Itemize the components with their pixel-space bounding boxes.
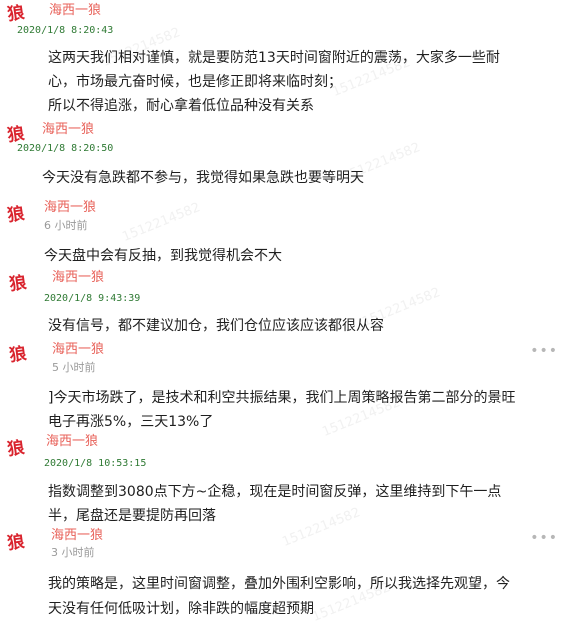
message-line: 没有信号，都不建议加仓，我们仓位应该应该都很从容 (48, 318, 384, 334)
avatar[interactable]: 狼 (4, 342, 33, 367)
post-timestamp: 2020/1/8 10:53:15 (44, 458, 147, 469)
message-line: 今天盘中会有反抽，到我觉得机会不大 (44, 248, 282, 264)
watermark: 1512214582 (120, 200, 203, 245)
avatar[interactable]: 狼 (2, 1, 31, 26)
message-line: 今天没有急跌都不参与，我觉得如果急跌也要等明天 (42, 170, 364, 186)
message-feed: 1512214582 1512214582 1512214582 1512214… (0, 0, 586, 625)
message-line: 天没有任何低吸计划，除非跌的幅度超预期 (48, 601, 314, 617)
author-name[interactable]: 海西一狼 (46, 434, 98, 450)
message-line: 所以不得追涨，耐心拿着低位品种没有关系 (48, 98, 314, 114)
relative-time: 5 小时前 (52, 361, 96, 374)
message-line: 指数调整到3080点下方~企稳，现在是时间窗反弹，这里维持到下午一点 (48, 484, 502, 500)
avatar[interactable]: 狼 (2, 202, 31, 227)
post-timestamp: 2020/1/8 9:43:39 (44, 293, 141, 304)
author-name[interactable]: 海西一狼 (49, 3, 101, 19)
message-line: 电子再涨5%，三天13%了 (48, 414, 214, 430)
avatar[interactable]: 狼 (4, 271, 33, 296)
author-name[interactable]: 海西一狼 (44, 200, 96, 216)
post-timestamp: 2020/1/8 8:20:50 (17, 143, 114, 154)
message-line: 心，市场最亢奋时候，也是修正即将来临时刻； (48, 74, 342, 90)
author-name[interactable]: 海西一狼 (51, 528, 103, 544)
more-options-icon[interactable]: ••• (530, 531, 558, 545)
message-line: 我的策略是，这里时间窗调整，叠加外围利空影响，所以我选择先观望，今 (48, 576, 510, 592)
watermark: 1512214582 (280, 505, 363, 550)
relative-time: 3 小时前 (51, 546, 95, 559)
author-name[interactable]: 海西一狼 (52, 270, 104, 286)
message-line: 半，尾盘还是要提防再回落 (48, 508, 216, 524)
message-line: 这两天我们相对谨慎，就是要防范13天时间窗附近的震荡，大家多一些耐 (48, 50, 500, 66)
avatar[interactable]: 狼 (2, 530, 31, 555)
author-name[interactable]: 海西一狼 (52, 342, 104, 358)
post-timestamp: 2020/1/8 8:20:43 (17, 25, 114, 36)
author-name[interactable]: 海西一狼 (42, 122, 94, 138)
message-line: ]今天市场跌了，是技术和利空共振结果，我们上周策略报告第二部分的景旺 (48, 390, 516, 406)
more-options-icon[interactable]: ••• (530, 344, 558, 358)
relative-time: 6 小时前 (44, 219, 88, 232)
avatar[interactable]: 狼 (2, 436, 31, 461)
